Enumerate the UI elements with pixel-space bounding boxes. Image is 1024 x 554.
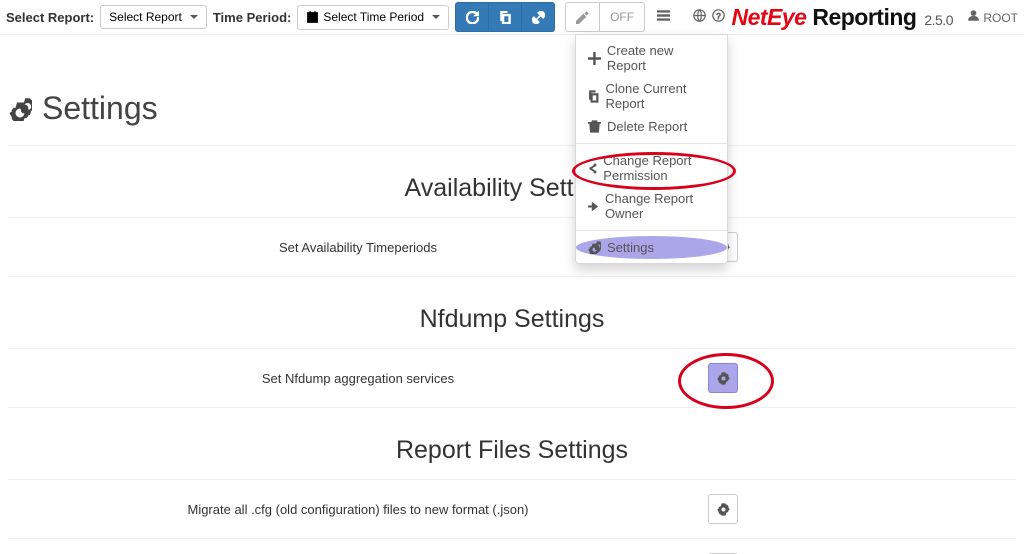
brand-logo: NetEye Reporting 2.5.0	[731, 4, 953, 31]
select-report-label: Select Report:	[6, 10, 94, 25]
menu-clone-report[interactable]: Clone Current Report	[576, 77, 727, 115]
time-period-dropdown[interactable]: Select Time Period	[297, 5, 449, 30]
share-icon	[588, 162, 597, 175]
settings-row: Delete all old config files (.cfg)	[8, 539, 1016, 554]
edit-button[interactable]	[565, 2, 600, 32]
hamburger-menu-button[interactable]	[657, 9, 670, 25]
copy-icon	[499, 11, 512, 24]
current-user[interactable]: ROOT	[967, 9, 1018, 25]
arrow-icon	[588, 200, 599, 213]
calendar-icon	[306, 11, 319, 24]
link-button[interactable]	[522, 2, 555, 32]
refresh-button[interactable]	[455, 2, 489, 32]
settings-row-label: Set Nfdump aggregation services	[8, 371, 708, 386]
menu-settings[interactable]: Settings	[576, 236, 727, 259]
language-button[interactable]	[693, 9, 706, 25]
edit-toggle[interactable]: OFF	[600, 2, 645, 32]
help-icon	[712, 9, 725, 22]
link-icon	[532, 11, 545, 24]
help-button[interactable]	[712, 9, 725, 25]
refresh-icon	[466, 11, 479, 24]
copy-icon	[588, 90, 600, 103]
gear-icon	[717, 503, 730, 516]
globe-icon	[693, 9, 706, 22]
settings-row: Migrate all .cfg (old configuration) fil…	[8, 480, 1016, 539]
section-title: Availability Settings	[8, 174, 1016, 203]
menu-change-permission[interactable]: Change Report Permission	[576, 149, 727, 187]
settings-gear-button[interactable]	[708, 363, 738, 393]
settings-row-label: Migrate all .cfg (old configuration) fil…	[8, 502, 708, 517]
hamburger-dropdown: Create new Report Clone Current Report D…	[575, 34, 728, 264]
select-report-dropdown[interactable]: Select Report	[100, 5, 207, 29]
section-title: Nfdump Settings	[8, 305, 1016, 334]
menu-create-report[interactable]: Create new Report	[576, 39, 727, 77]
menu-change-owner[interactable]: Change Report Owner	[576, 187, 727, 225]
pencil-icon	[576, 11, 589, 24]
menu-delete-report[interactable]: Delete Report	[576, 115, 727, 138]
settings-row: Set Availability Timeperiods	[8, 218, 1016, 277]
user-icon	[967, 9, 980, 22]
trash-icon	[588, 120, 601, 133]
gear-icon	[717, 372, 730, 385]
settings-row: Set Nfdump aggregation services	[8, 349, 1016, 408]
gears-icon	[8, 97, 32, 121]
page-title: Settings	[8, 90, 1016, 127]
menu-icon	[657, 9, 670, 22]
copy-button[interactable]	[489, 2, 522, 32]
settings-gear-button[interactable]	[708, 494, 738, 524]
time-period-label: Time Period:	[213, 10, 292, 25]
plus-icon	[588, 52, 601, 65]
gears-icon	[588, 241, 601, 254]
section-title: Report Files Settings	[8, 436, 1016, 465]
